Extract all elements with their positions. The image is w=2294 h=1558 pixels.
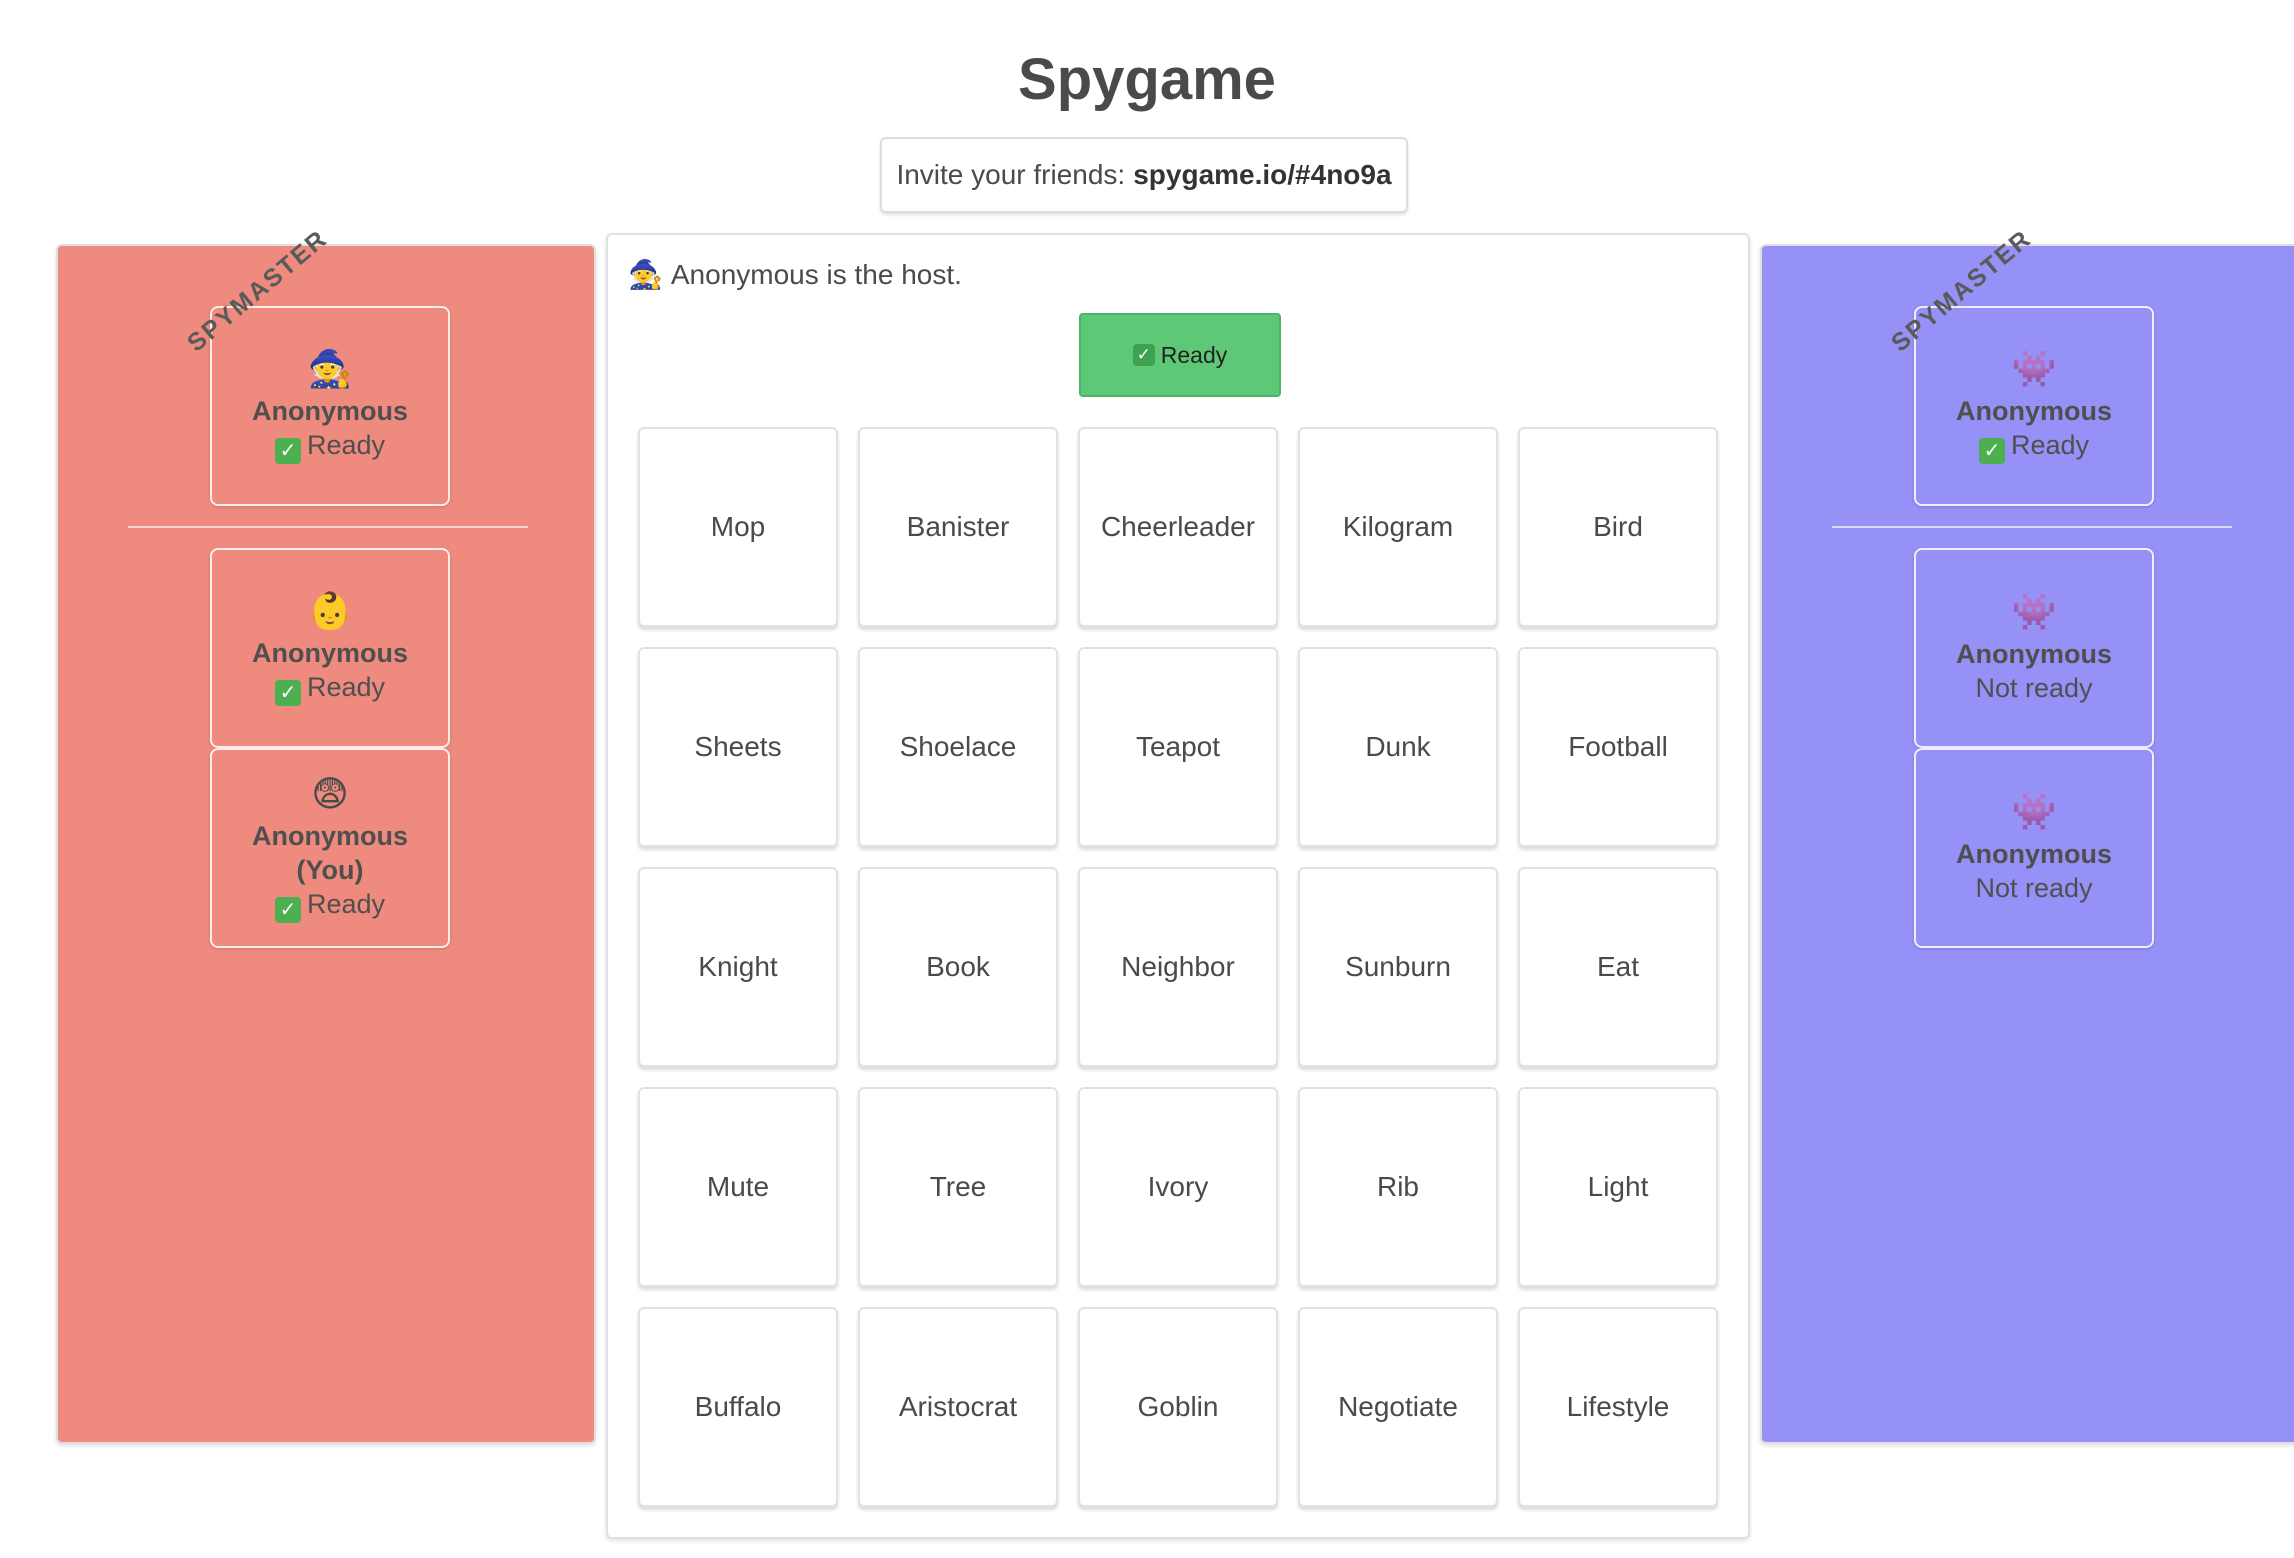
word-card[interactable]: Light [1518,1087,1718,1287]
word-card[interactable]: Football [1518,647,1718,847]
blue-player-card: 👾 Anonymous Not ready [1914,548,2154,748]
word-card[interactable]: Ivory [1078,1087,1278,1287]
player-name: Anonymous [1955,839,2112,869]
host-avatar-icon: 🧙 [628,259,663,290]
invite-label: Invite your friends: [896,159,1126,190]
spymaster-label: SPYMASTER [1886,224,2037,358]
red-player-card-you: 😨 Anonymous (You) ✓ Ready [210,748,450,948]
word-card[interactable]: Book [858,867,1058,1067]
word-grid: Mop Banister Cheerleader Kilogram Bird S… [638,427,1718,1507]
word-card[interactable]: Kilogram [1298,427,1498,627]
player-avatar-icon: 👶 [307,590,353,631]
checkmark-icon: ✓ [274,680,301,706]
word-card[interactable]: Negotiate [1298,1307,1498,1507]
red-spymaster-card: SPYMASTER 🧙 Anonymous ✓ Ready [182,224,450,506]
checkmark-icon: ✓ [274,897,301,923]
player-name: Anonymous [251,396,408,426]
player-name: Anonymous [1955,396,2112,426]
word-card[interactable]: Knight [638,867,838,1067]
word-card[interactable]: Sheets [638,647,838,847]
page-title: Spygame [1018,47,1276,112]
word-card[interactable]: Shoelace [858,647,1058,847]
host-line: 🧙 Anonymous is the host. [628,255,962,295]
word-card[interactable]: Dunk [1298,647,1498,847]
player-status: ✓ Ready [274,670,385,706]
team-divider [128,526,528,528]
word-card[interactable]: Teapot [1078,647,1278,847]
spymaster-label: SPYMASTER [182,224,333,358]
player-avatar-icon: 👾 [2011,791,2057,832]
player-status: ✓ Ready [274,428,385,464]
player-you-tag: (You) [296,855,364,885]
word-card[interactable]: Lifestyle [1518,1307,1718,1507]
checkmark-icon: ✓ [1978,438,2005,464]
player-status: Not ready [1975,873,2093,903]
word-card[interactable]: Banister [858,427,1058,627]
checkmark-icon: ✓ [274,438,301,464]
ready-button[interactable]: ✓ Ready [1079,313,1281,397]
player-name: Anonymous [251,638,408,668]
ready-button-label: Ready [1160,341,1228,368]
team-divider [1832,526,2232,528]
blue-spymaster-card: SPYMASTER 👾 Anonymous ✓ Ready [1886,224,2154,506]
invite-box: Invite your friends: spygame.io/#4no9a [880,137,1408,213]
red-player-card: 👶 Anonymous ✓ Ready [210,548,450,748]
player-status: ✓ Ready [1978,428,2089,464]
checkmark-icon: ✓ [1132,344,1155,366]
word-card[interactable]: Rib [1298,1087,1498,1287]
player-avatar-icon: 😨 [311,773,349,814]
word-card[interactable]: Eat [1518,867,1718,1067]
word-card[interactable]: Sunburn [1298,867,1498,1067]
game-board: 🧙 Anonymous is the host. ✓ Ready Mop Banis… [606,233,1750,1539]
word-card[interactable]: Mute [638,1087,838,1287]
player-name: Anonymous [1955,639,2112,669]
word-card[interactable]: Aristocrat [858,1307,1058,1507]
player-status: ✓ Ready [274,887,385,923]
blue-player-card: 👾 Anonymous Not ready [1914,748,2154,948]
word-card[interactable]: Neighbor [1078,867,1278,1067]
player-status: Not ready [1975,673,2093,703]
word-card[interactable]: Goblin [1078,1307,1278,1507]
player-avatar-icon: 🧙 [307,348,353,389]
word-card[interactable]: Mop [638,427,838,627]
player-avatar-icon: 👾 [2011,591,2057,632]
invite-link[interactable]: spygame.io/#4no9a [1133,159,1391,191]
blue-team-panel: SPYMASTER 👾 Anonymous ✓ Ready 👾 Anonymous… [1760,224,2294,1444]
word-card[interactable]: Tree [858,1087,1058,1287]
word-card[interactable]: Bird [1518,427,1718,627]
player-name: Anonymous [251,821,408,851]
host-text: Anonymous is the host. [670,259,962,290]
player-avatar-icon: 👾 [2011,348,2057,389]
word-card[interactable]: Buffalo [638,1307,838,1507]
red-team-panel: SPYMASTER 🧙 Anonymous ✓ Ready 👶 Anonymous… [56,224,596,1444]
word-card[interactable]: Cheerleader [1078,427,1278,627]
